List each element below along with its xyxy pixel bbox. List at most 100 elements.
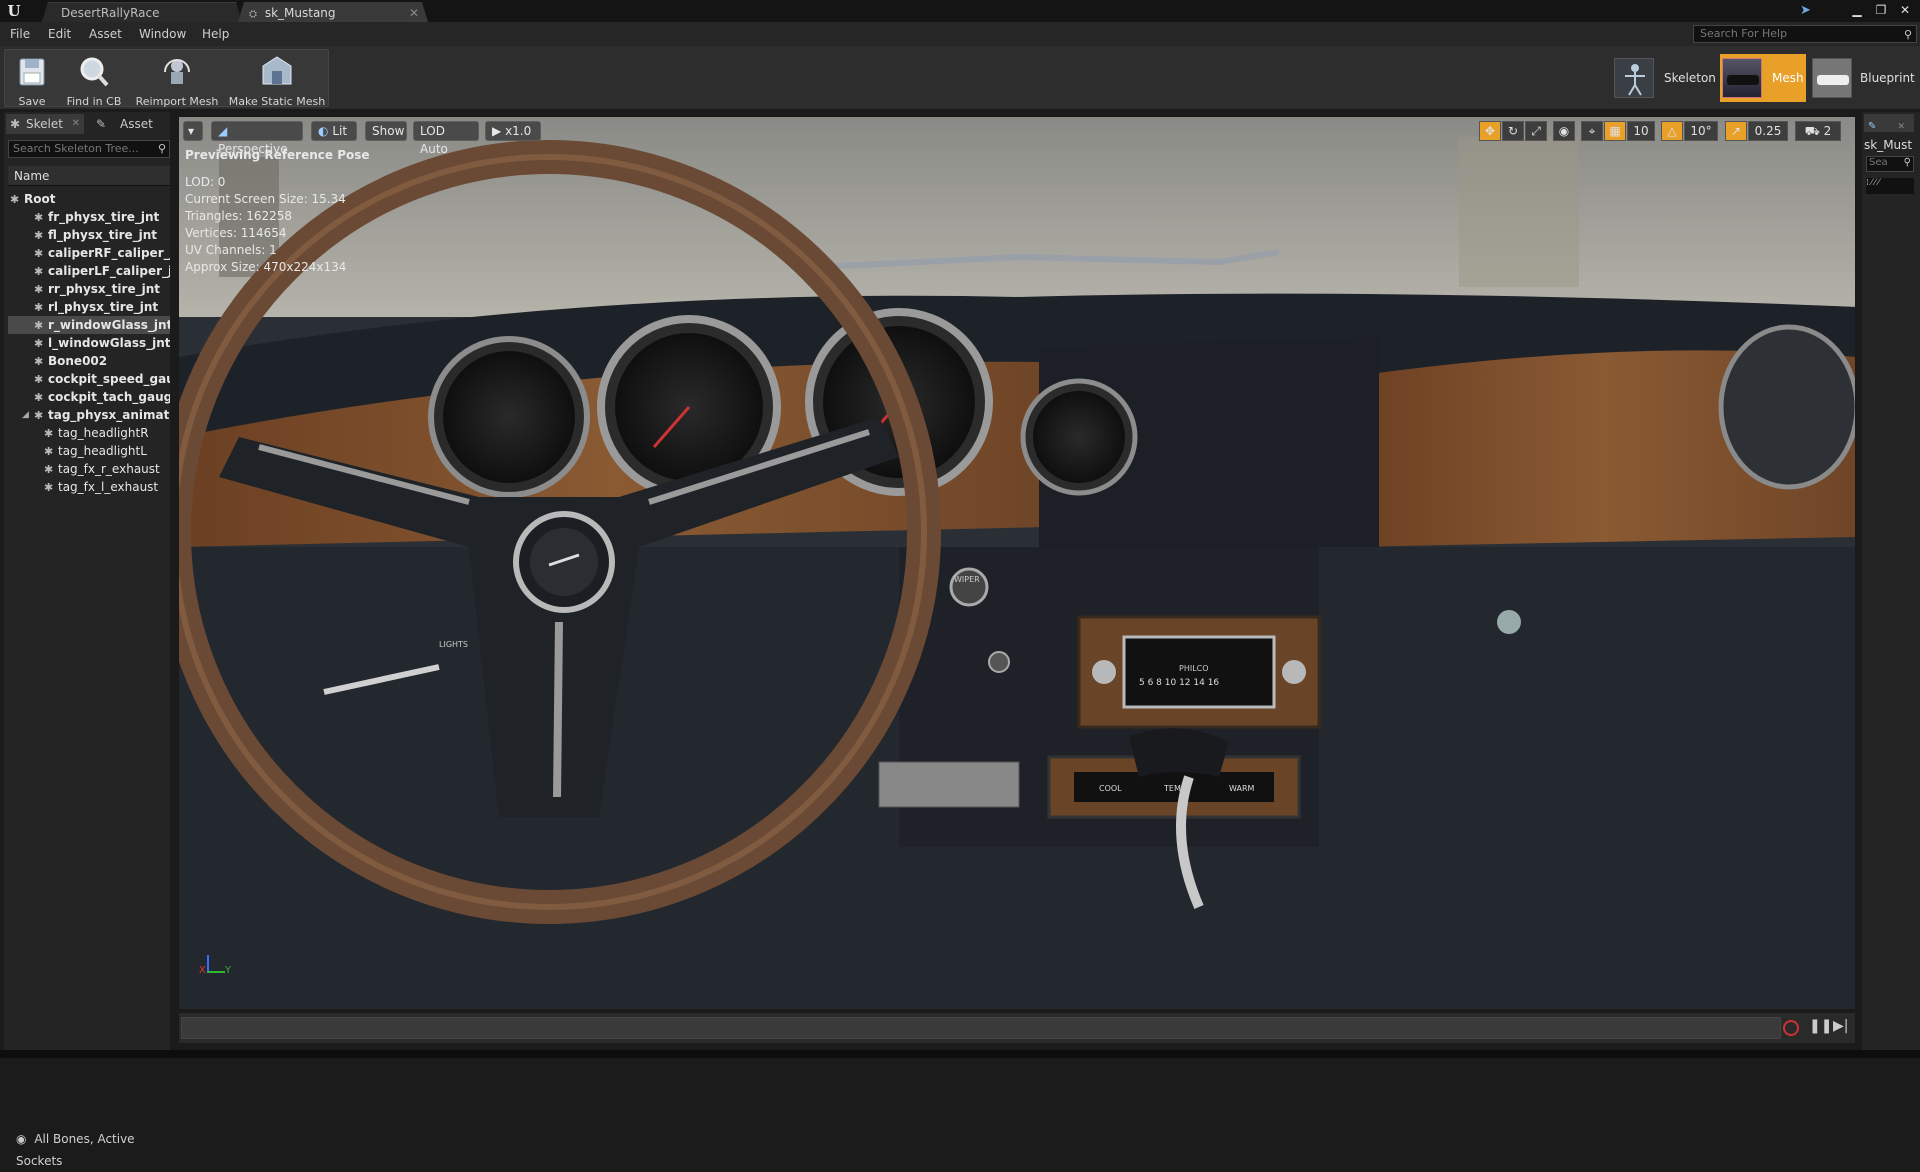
bone-row[interactable]: ✱ l_windowGlass_jnt [8,334,170,352]
mesh-tab-icon: ⛭ [249,9,257,20]
rotation-snap-icon[interactable]: △ [1661,121,1683,141]
animation-timeline[interactable]: ❚❚ ▶| [178,1012,1856,1044]
bone-row[interactable]: ✱ rl_physx_tire_jnt [8,298,170,316]
menu-file[interactable]: File [10,22,30,46]
menu-bar: File Edit Asset Window Help Search For H… [0,22,1920,46]
translate-mode-icon[interactable]: ✥ [1479,121,1501,141]
details-tab[interactable]: ✎ ✕ [1864,114,1914,132]
tab-sk-mustang[interactable]: ⛭ sk_Mustang ✕ [238,2,428,22]
find-in-cb-button[interactable]: Find in CB [63,50,125,108]
eye-icon: ◉ [16,1132,27,1146]
scale-mode-icon[interactable]: ⤢ [1525,121,1547,141]
surface-snap-icon[interactable]: ⌖ [1581,121,1603,141]
bone-filter-button[interactable]: ◉ All Bones, Active Sockets [8,1128,170,1168]
bone-row[interactable]: ✱ fr_physx_tire_jnt [8,208,170,226]
bone-row[interactable]: ✱ Bone002 [8,352,170,370]
close-tab-icon[interactable]: ✕ [1897,122,1905,132]
tab-skeleton-tree[interactable]: ✱ Skelet ✕ [6,114,84,134]
make-static-mesh-button[interactable]: Make Static Mesh [227,50,327,108]
skeleton-search-placeholder: Search Skeleton Tree... [13,142,139,155]
bone-row[interactable]: ✱ caliperRF_caliper_jnt [8,244,170,262]
bone-row[interactable]: ✱ cockpit_speed_gauge [8,370,170,388]
lod-info: LOD: 0 [185,175,226,189]
details-search-input[interactable]: Sea ⚲ [1866,156,1914,172]
climate-cool-label: COOL [1099,784,1122,793]
bone-row[interactable]: ✱ fl_physx_tire_jnt [8,226,170,244]
bone-row[interactable]: ✱ tag_headlightR [8,424,170,442]
bone-filter-label: All Bones, Active Sockets [16,1132,135,1168]
bone-row[interactable]: ✱ tag_fx_l_exhaust [8,478,170,496]
close-tab-icon[interactable]: ✕ [409,3,419,23]
menu-window[interactable]: Window [139,22,186,46]
bone-row[interactable]: ◢✱Root [8,190,170,208]
tab-label: DesertRallyRace [61,6,160,20]
lod-button[interactable]: LOD Auto [413,121,479,156]
tree-column-header[interactable]: Name [8,166,170,186]
mode-skeleton-button[interactable]: Skeleton [1614,54,1718,102]
minimize-icon[interactable]: ▁ [1846,2,1868,18]
close-tab-icon[interactable]: ✕ [72,114,80,134]
bone-icon: ✱ [44,427,54,440]
approx-size-info: Approx Size: 470x224x134 [185,260,347,274]
scale-snap-value[interactable]: 0.25 [1748,121,1788,141]
world-space-icon[interactable]: ◉ [1553,121,1575,141]
car-interior-scene: PHILCO 5 6 8 10 12 14 16 COOL TEMP WARM … [179,117,1855,1009]
camera-speed-icon: ⛟ [1804,124,1820,138]
axis-gizmo: X Y [199,955,235,979]
bone-row[interactable]: ✱ caliperLF_caliper_jnt [8,262,170,280]
grid-snap-value[interactable]: 10 [1627,121,1655,141]
mesh-thumb-icon [1722,58,1762,98]
make-static-mesh-label: Make Static Mesh [228,95,326,108]
search-icon: ⚲ [1903,28,1912,41]
reimport-mesh-label: Reimport Mesh [135,95,219,108]
record-icon[interactable] [1783,1020,1799,1036]
blueprint-thumb-icon [1812,58,1852,98]
save-button[interactable]: Save [7,50,57,108]
tab-desert-rally-race[interactable]: DesertRallyRace [42,2,242,22]
mode-blueprint-button[interactable]: Blueprint [1812,54,1920,102]
tab-asset-details[interactable]: ✎ Asset [90,114,166,134]
pause-icon[interactable]: ❚❚ [1809,1018,1832,1034]
menu-edit[interactable]: Edit [48,22,71,46]
axis-y-label: Y [225,965,232,976]
playback-speed-button[interactable]: ▶ x1.0 [485,121,541,141]
help-search-input[interactable]: Search For Help ⚲ [1693,25,1917,43]
play-icon: ▶ [492,124,502,138]
skeleton-search-input[interactable]: Search Skeleton Tree... ⚲ [8,140,170,158]
scale-snap-icon[interactable]: ↗ [1725,121,1747,141]
preview-mode-label: Previewing Reference Pose [185,148,370,162]
camera-speed-button[interactable]: ⛟ 2 [1795,121,1841,141]
grid-snap-icon[interactable]: ▦ [1604,121,1626,141]
maximize-icon[interactable]: ❐ [1870,2,1892,18]
mode-mesh-button[interactable]: Mesh [1720,54,1806,102]
reimport-mesh-button[interactable]: Reimport Mesh [133,50,221,108]
bone-label: tag_headlightR [58,426,149,440]
bone-row[interactable]: ✱ cockpit_tach_gauge_ [8,388,170,406]
notification-icon[interactable]: ➤ [1800,3,1818,19]
search-icon: ⚲ [157,142,166,155]
step-forward-icon[interactable]: ▶| [1833,1018,1848,1034]
perspective-button[interactable]: ◢ Perspective [211,121,303,156]
show-button[interactable]: Show [365,121,407,141]
preview-viewport[interactable]: PHILCO 5 6 8 10 12 14 16 COOL TEMP WARM … [178,116,1856,1010]
viewport-options-button[interactable]: ▾ [183,121,203,141]
bone-row[interactable]: ✱ tag_headlightL [8,442,170,460]
menu-help[interactable]: Help [202,22,229,46]
lit-button[interactable]: ◐ Lit [311,121,357,141]
details-filter-icons[interactable]: ⁞⁄⁄⁄ [1866,178,1914,194]
bone-row[interactable]: ✱ r_windowGlass_jnt [8,316,170,334]
details-search-placeholder: Sea [1869,157,1888,168]
rotate-mode-icon[interactable]: ↻ [1502,121,1524,141]
details-panel: ✎ ✕ sk_Must Sea ⚲ ⁞⁄⁄⁄ [1862,112,1920,1052]
bone-row[interactable]: ◢ ✱ tag_physx_animate [8,406,170,424]
rotation-snap-value[interactable]: 10° [1684,121,1718,141]
chevron-down-icon: ▾ [188,124,195,138]
menu-asset[interactable]: Asset [89,22,122,46]
timeline-track[interactable] [181,1017,1781,1039]
skeleton-thumb-icon [1614,58,1654,98]
unreal-logo-icon[interactable]: U [4,1,24,21]
bone-row[interactable]: ✱ tag_fx_r_exhaust [8,460,170,478]
expand-arrow-icon[interactable]: ◢ [22,406,29,424]
close-window-icon[interactable]: ✕ [1894,2,1916,18]
bone-row[interactable]: ✱ rr_physx_tire_jnt [8,280,170,298]
